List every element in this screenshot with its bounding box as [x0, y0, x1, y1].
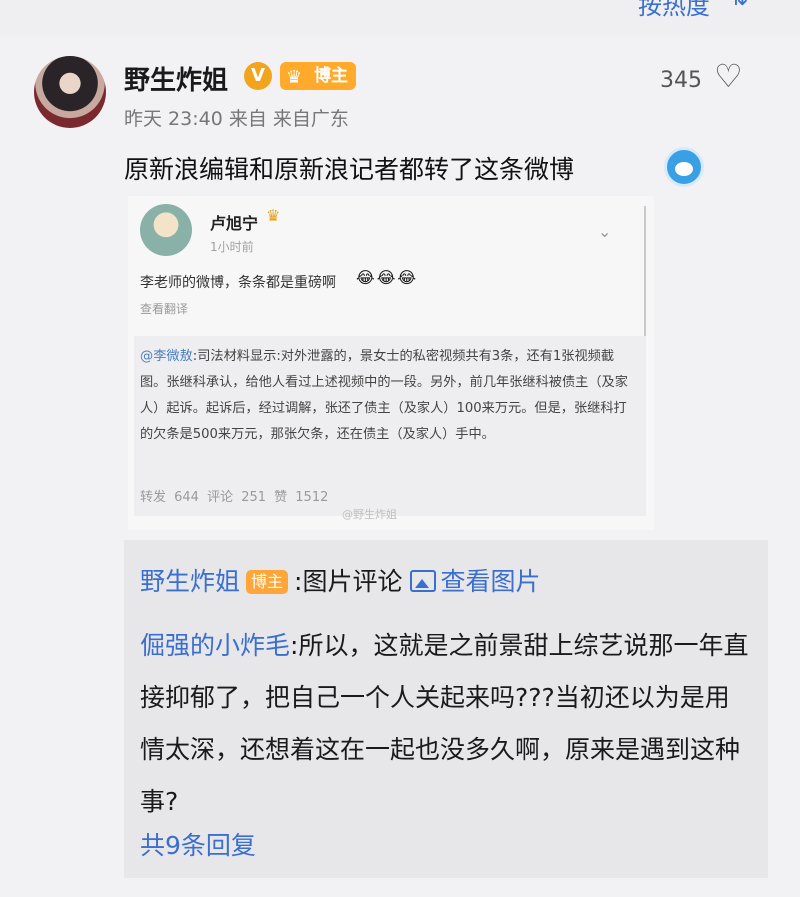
crown-icon: ♛ — [266, 206, 281, 225]
screenshot-avatar — [140, 204, 192, 256]
blogger-badge: ♛ 博主 — [280, 62, 356, 90]
screenshot-time: 1小时前 — [210, 240, 254, 254]
screenshot-username: 卢旭宁 — [210, 214, 259, 233]
doraemon-emoji-icon — [664, 147, 704, 187]
screenshot-watermark: @野生炸姐 — [342, 508, 397, 521]
chevron-down-icon: ⌄ — [598, 222, 612, 241]
sort-by-hot-button[interactable]: 按热度 — [638, 0, 710, 21]
screenshot-quote-content: :司法材料显示:对外泄露的，景女士的私密视频共有3条，还有1张视频截图。张继科承… — [140, 349, 628, 442]
view-image-link[interactable]: 查看图片 — [410, 567, 540, 596]
heart-icon[interactable]: ♡ — [714, 60, 743, 92]
reply-author[interactable]: 倔强的小炸毛 — [140, 631, 290, 660]
post-meta: 昨天 23:40 来自 来自广东 — [124, 104, 349, 131]
post-source: 来自 — [228, 108, 267, 130]
comment-author[interactable]: 野生炸姐 — [140, 567, 240, 596]
post-time: 昨天 23:40 — [124, 108, 223, 130]
comment-blogger-badge: 博主 — [246, 570, 289, 594]
post-location: 来自广东 — [272, 108, 349, 130]
crown-icon: ♛ — [286, 67, 303, 88]
sort-icon[interactable]: ⇅ — [730, 0, 748, 11]
post-username[interactable]: 野生炸姐 — [124, 60, 228, 97]
reply-text: 倔强的小炸毛:所以，这就是之前景甜上综艺说那一年直接抑郁了，把自己一个人关起来吗… — [140, 620, 750, 828]
blogger-badge-label: 博主 — [314, 66, 348, 86]
post-text: 原新浪编辑和原新浪记者都转了这条微博 — [124, 155, 575, 184]
screenshot-translate-link: 查看翻译 — [140, 302, 189, 316]
screenshot-stats: 转发 644 评论 251 赞 1512 — [140, 490, 329, 505]
like-count: 345 — [660, 68, 702, 93]
view-image-label: 查看图片 — [440, 567, 541, 596]
screenshot-divider — [644, 206, 646, 336]
screenshot-text: 李老师的微博，条条都是重磅啊 — [140, 275, 336, 291]
comment-header: 野生炸姐 博主:图片评论 查看图片 — [140, 562, 540, 598]
comment-label: :图片评论 — [294, 567, 403, 596]
laughing-emoji-icons: 😂😂😂 — [356, 268, 419, 287]
image-icon — [410, 570, 437, 592]
screenshot-mention: @李微敖 — [140, 349, 193, 364]
more-replies-link[interactable]: 共9条回复 — [140, 826, 256, 862]
avatar[interactable] — [34, 56, 106, 128]
verified-v-icon: V — [244, 62, 272, 90]
screenshot-quote-text: @李微敖:司法材料显示:对外泄露的，景女士的私密视频共有3条，还有1张视频截图。… — [140, 344, 638, 448]
